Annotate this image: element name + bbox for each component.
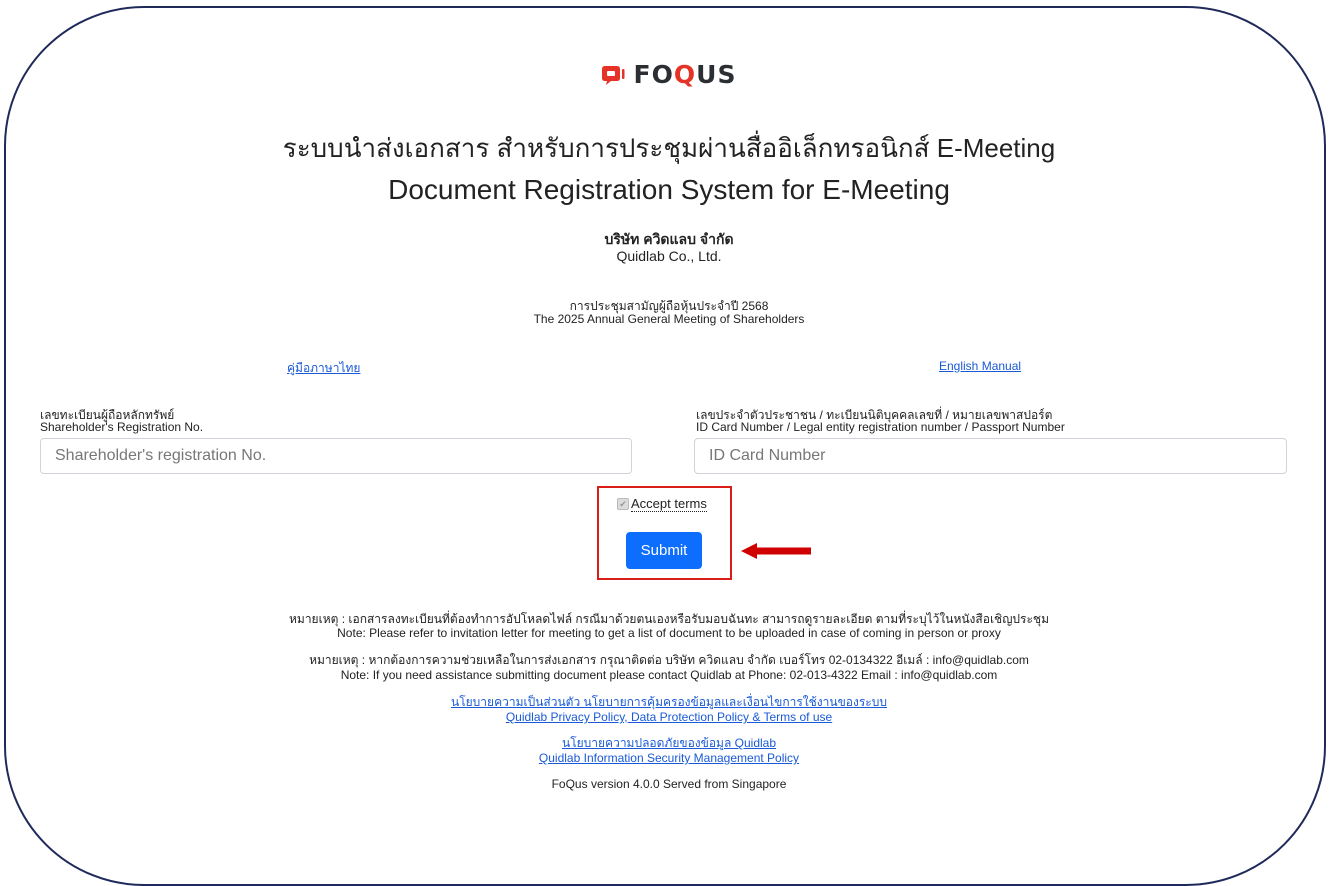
- english-manual-link[interactable]: English Manual: [939, 359, 1021, 373]
- page-title-english: Document Registration System for E-Meeti…: [388, 174, 950, 205]
- shareholder-field-label: เลขทะเบียนผู้ถือหลักทรัพย์ Shareholder's…: [40, 408, 204, 434]
- idcard-field-label: เลขประจำตัวประชาชน / ทะเบียนนิติบุคคลเลข…: [696, 408, 1065, 434]
- privacy-policy-link-thai[interactable]: นโยบายความเป็นส่วนตัว นโยบายการคุ้มครองข…: [451, 695, 887, 709]
- privacy-policy-link-english[interactable]: Quidlab Privacy Policy, Data Protection …: [506, 710, 832, 724]
- accept-terms-row[interactable]: ✔ Accept terms: [617, 496, 707, 512]
- note-upload-thai: หมายเหตุ : เอกสารลงทะเบียนที่ต้องทำการอั…: [289, 612, 1049, 626]
- id-card-number-input[interactable]: [694, 438, 1287, 474]
- annotation-arrow-icon: [741, 543, 811, 559]
- logo-wordmark: FOQUS: [633, 60, 737, 89]
- foqus-logo: FOQUS: [0, 60, 1338, 89]
- company-name-english: Quidlab Co., Ltd.: [616, 248, 722, 264]
- security-policy-link-thai[interactable]: นโยบายความปลอดภัยของข้อมูล Quidlab: [562, 736, 776, 750]
- thai-manual-link[interactable]: คู่มือภาษาไทย: [287, 359, 360, 378]
- version-footer: FoQus version 4.0.0 Served from Singapor…: [551, 777, 787, 791]
- accept-terms-label[interactable]: Accept terms: [631, 496, 707, 512]
- camera-logo-icon: [601, 65, 625, 85]
- security-policy-link-english[interactable]: Quidlab Information Security Management …: [539, 751, 799, 765]
- note-contact-thai: หมายเหตุ : หากต้องการความช่วยเหลือในการส…: [309, 653, 1029, 667]
- accept-terms-checkbox[interactable]: ✔: [617, 498, 629, 510]
- page-title-thai: ระบบนำส่งเอกสาร สำหรับการประชุมผ่านสื่ออ…: [282, 133, 1056, 163]
- shareholder-registration-input[interactable]: [40, 438, 632, 474]
- note-contact-english: Note: If you need assistance submitting …: [340, 668, 998, 682]
- submit-button[interactable]: Submit: [626, 532, 702, 569]
- note-upload-english: Note: Please refer to invitation letter …: [337, 626, 1001, 640]
- meeting-name-english: The 2025 Annual General Meeting of Share…: [533, 312, 805, 326]
